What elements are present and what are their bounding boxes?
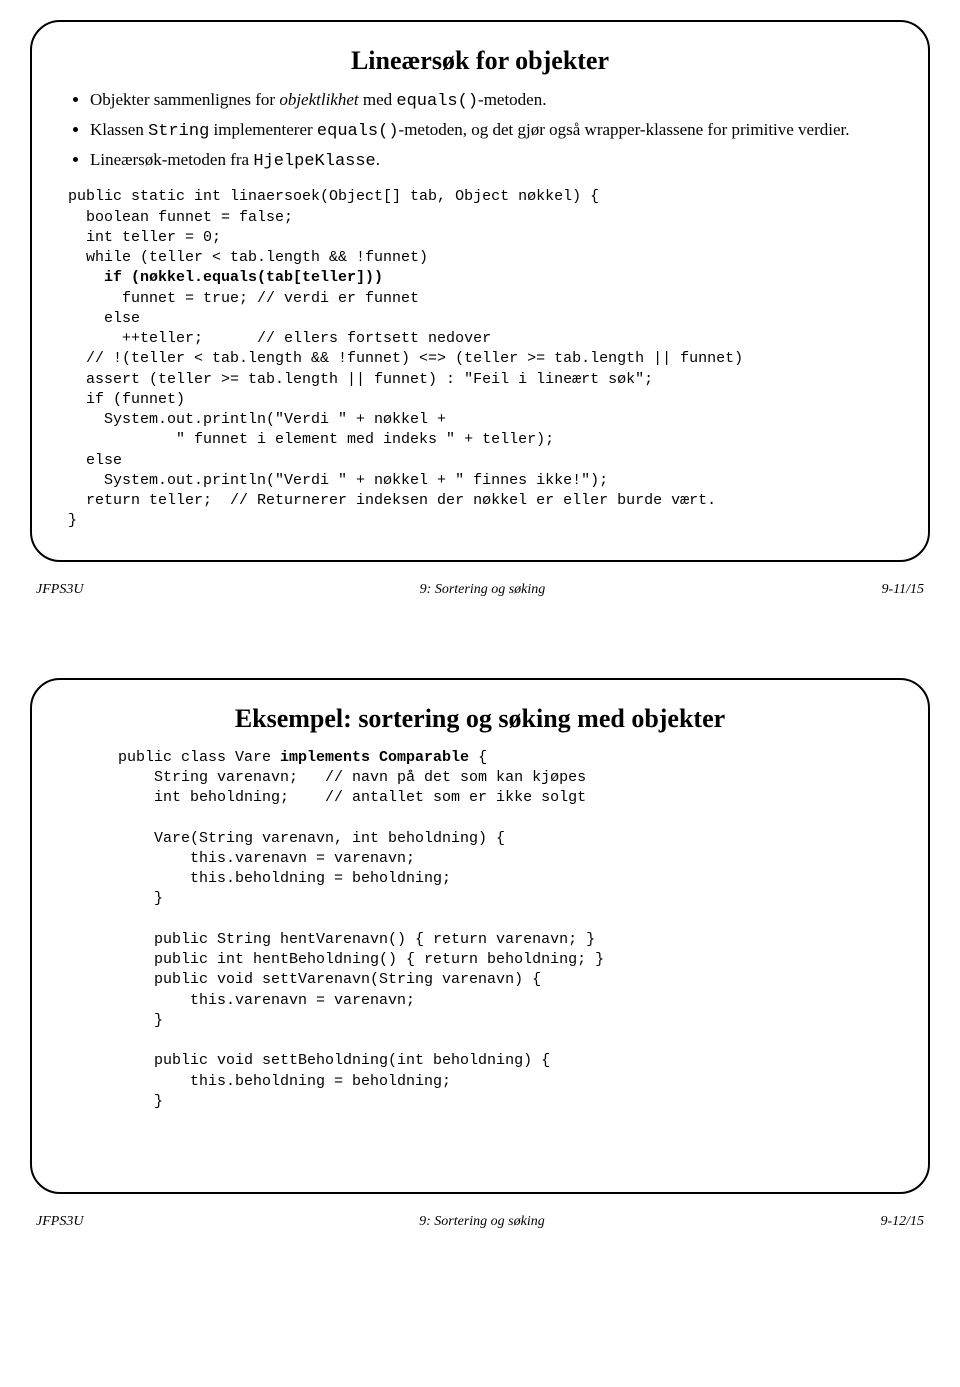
text: med bbox=[359, 90, 397, 109]
bullet-1: Objekter sammenlignes for objektlikhet m… bbox=[90, 88, 892, 114]
footer-right: 9-12/15 bbox=[880, 1214, 924, 1230]
text: -metoden, og det gjør også wrapper-klass… bbox=[399, 120, 850, 139]
code-line: public String hentVarenavn() { return va… bbox=[118, 931, 595, 948]
slide-1: Lineærsøk for objekter Objekter sammenli… bbox=[30, 20, 930, 562]
bullet-2: Klassen String implementerer equals()-me… bbox=[90, 118, 892, 144]
text: Klassen bbox=[90, 120, 148, 139]
code-line: boolean funnet = false; bbox=[68, 209, 293, 226]
code-line: int beholdning; // antallet som er ikke … bbox=[118, 789, 586, 806]
code-line: else bbox=[68, 452, 122, 469]
code-line: this.varenavn = varenavn; bbox=[118, 992, 415, 1009]
code-line: int teller = 0; bbox=[68, 229, 221, 246]
code-line: else bbox=[68, 310, 140, 327]
code-line: } bbox=[118, 1012, 163, 1029]
text: implementerer bbox=[209, 120, 317, 139]
code-line: public static int linaersoek(Object[] ta… bbox=[68, 188, 599, 205]
footer-center: 9: Sortering og søking bbox=[83, 582, 881, 598]
code-line: if (funnet) bbox=[68, 391, 185, 408]
code-line: String varenavn; // navn på det som kan … bbox=[118, 769, 586, 786]
footer-left: JFPS3U bbox=[36, 582, 83, 598]
code-line: ++teller; // ellers fortsett nedover bbox=[68, 330, 491, 347]
code-line: { bbox=[469, 749, 487, 766]
code-line: } bbox=[118, 890, 163, 907]
code-line: this.beholdning = beholdning; bbox=[118, 1073, 451, 1090]
text: . bbox=[376, 150, 380, 169]
footer-1: JFPS3U 9: Sortering og søking 9-11/15 bbox=[36, 582, 924, 598]
code-line: } bbox=[68, 512, 77, 529]
bullet-3: Lineærsøk-metoden fra HjelpeKlasse. bbox=[90, 148, 892, 174]
code-line: while (teller < tab.length && !funnet) bbox=[68, 249, 428, 266]
code-line: return teller; // Returnerer indeksen de… bbox=[68, 492, 716, 509]
code-line: public class Vare bbox=[118, 749, 280, 766]
text-mono: String bbox=[148, 122, 209, 141]
slide-2-title: Eksempel: sortering og søking med objekt… bbox=[68, 704, 892, 734]
code-block-2: public class Vare implements Comparable … bbox=[118, 748, 892, 1113]
code-line bbox=[68, 269, 104, 286]
code-line: " funnet i element med indeks " + teller… bbox=[68, 431, 554, 448]
code-line: public void settVarenavn(String varenavn… bbox=[118, 971, 541, 988]
text-mono: equals() bbox=[317, 122, 399, 141]
code-block-1: public static int linaersoek(Object[] ta… bbox=[68, 187, 892, 531]
code-line: Vare(String varenavn, int beholdning) { bbox=[118, 830, 505, 847]
text-mono: equals() bbox=[396, 92, 478, 111]
text: Lineærsøk-metoden fra bbox=[90, 150, 253, 169]
code-line: this.beholdning = beholdning; bbox=[118, 870, 451, 887]
slide-1-bullets: Objekter sammenlignes for objektlikhet m… bbox=[68, 88, 892, 173]
text-italic: objektlikhet bbox=[279, 90, 358, 109]
footer-left: JFPS3U bbox=[36, 1214, 83, 1230]
code-line: System.out.println("Verdi " + nøkkel + "… bbox=[68, 472, 608, 489]
code-line: this.varenavn = varenavn; bbox=[118, 850, 415, 867]
code-line-bold: implements Comparable bbox=[280, 749, 469, 766]
slide-1-title: Lineærsøk for objekter bbox=[68, 46, 892, 76]
footer-center: 9: Sortering og søking bbox=[83, 1214, 880, 1230]
text: Objekter sammenlignes for bbox=[90, 90, 279, 109]
code-line: public int hentBeholdning() { return beh… bbox=[118, 951, 604, 968]
code-line: public void settBeholdning(int beholdnin… bbox=[118, 1052, 550, 1069]
footer-2: JFPS3U 9: Sortering og søking 9-12/15 bbox=[36, 1214, 924, 1230]
code-line: funnet = true; // verdi er funnet bbox=[68, 290, 419, 307]
code-line: System.out.println("Verdi " + nøkkel + bbox=[68, 411, 446, 428]
text-mono: HjelpeKlasse bbox=[253, 152, 375, 171]
text: -metoden. bbox=[478, 90, 546, 109]
footer-right: 9-11/15 bbox=[881, 582, 924, 598]
code-line: assert (teller >= tab.length || funnet) … bbox=[68, 371, 653, 388]
code-line-bold: if (nøkkel.equals(tab[teller])) bbox=[104, 269, 383, 286]
code-line: } bbox=[118, 1093, 163, 1110]
slide-2: Eksempel: sortering og søking med objekt… bbox=[30, 678, 930, 1195]
code-line: // !(teller < tab.length && !funnet) <=>… bbox=[68, 350, 743, 367]
